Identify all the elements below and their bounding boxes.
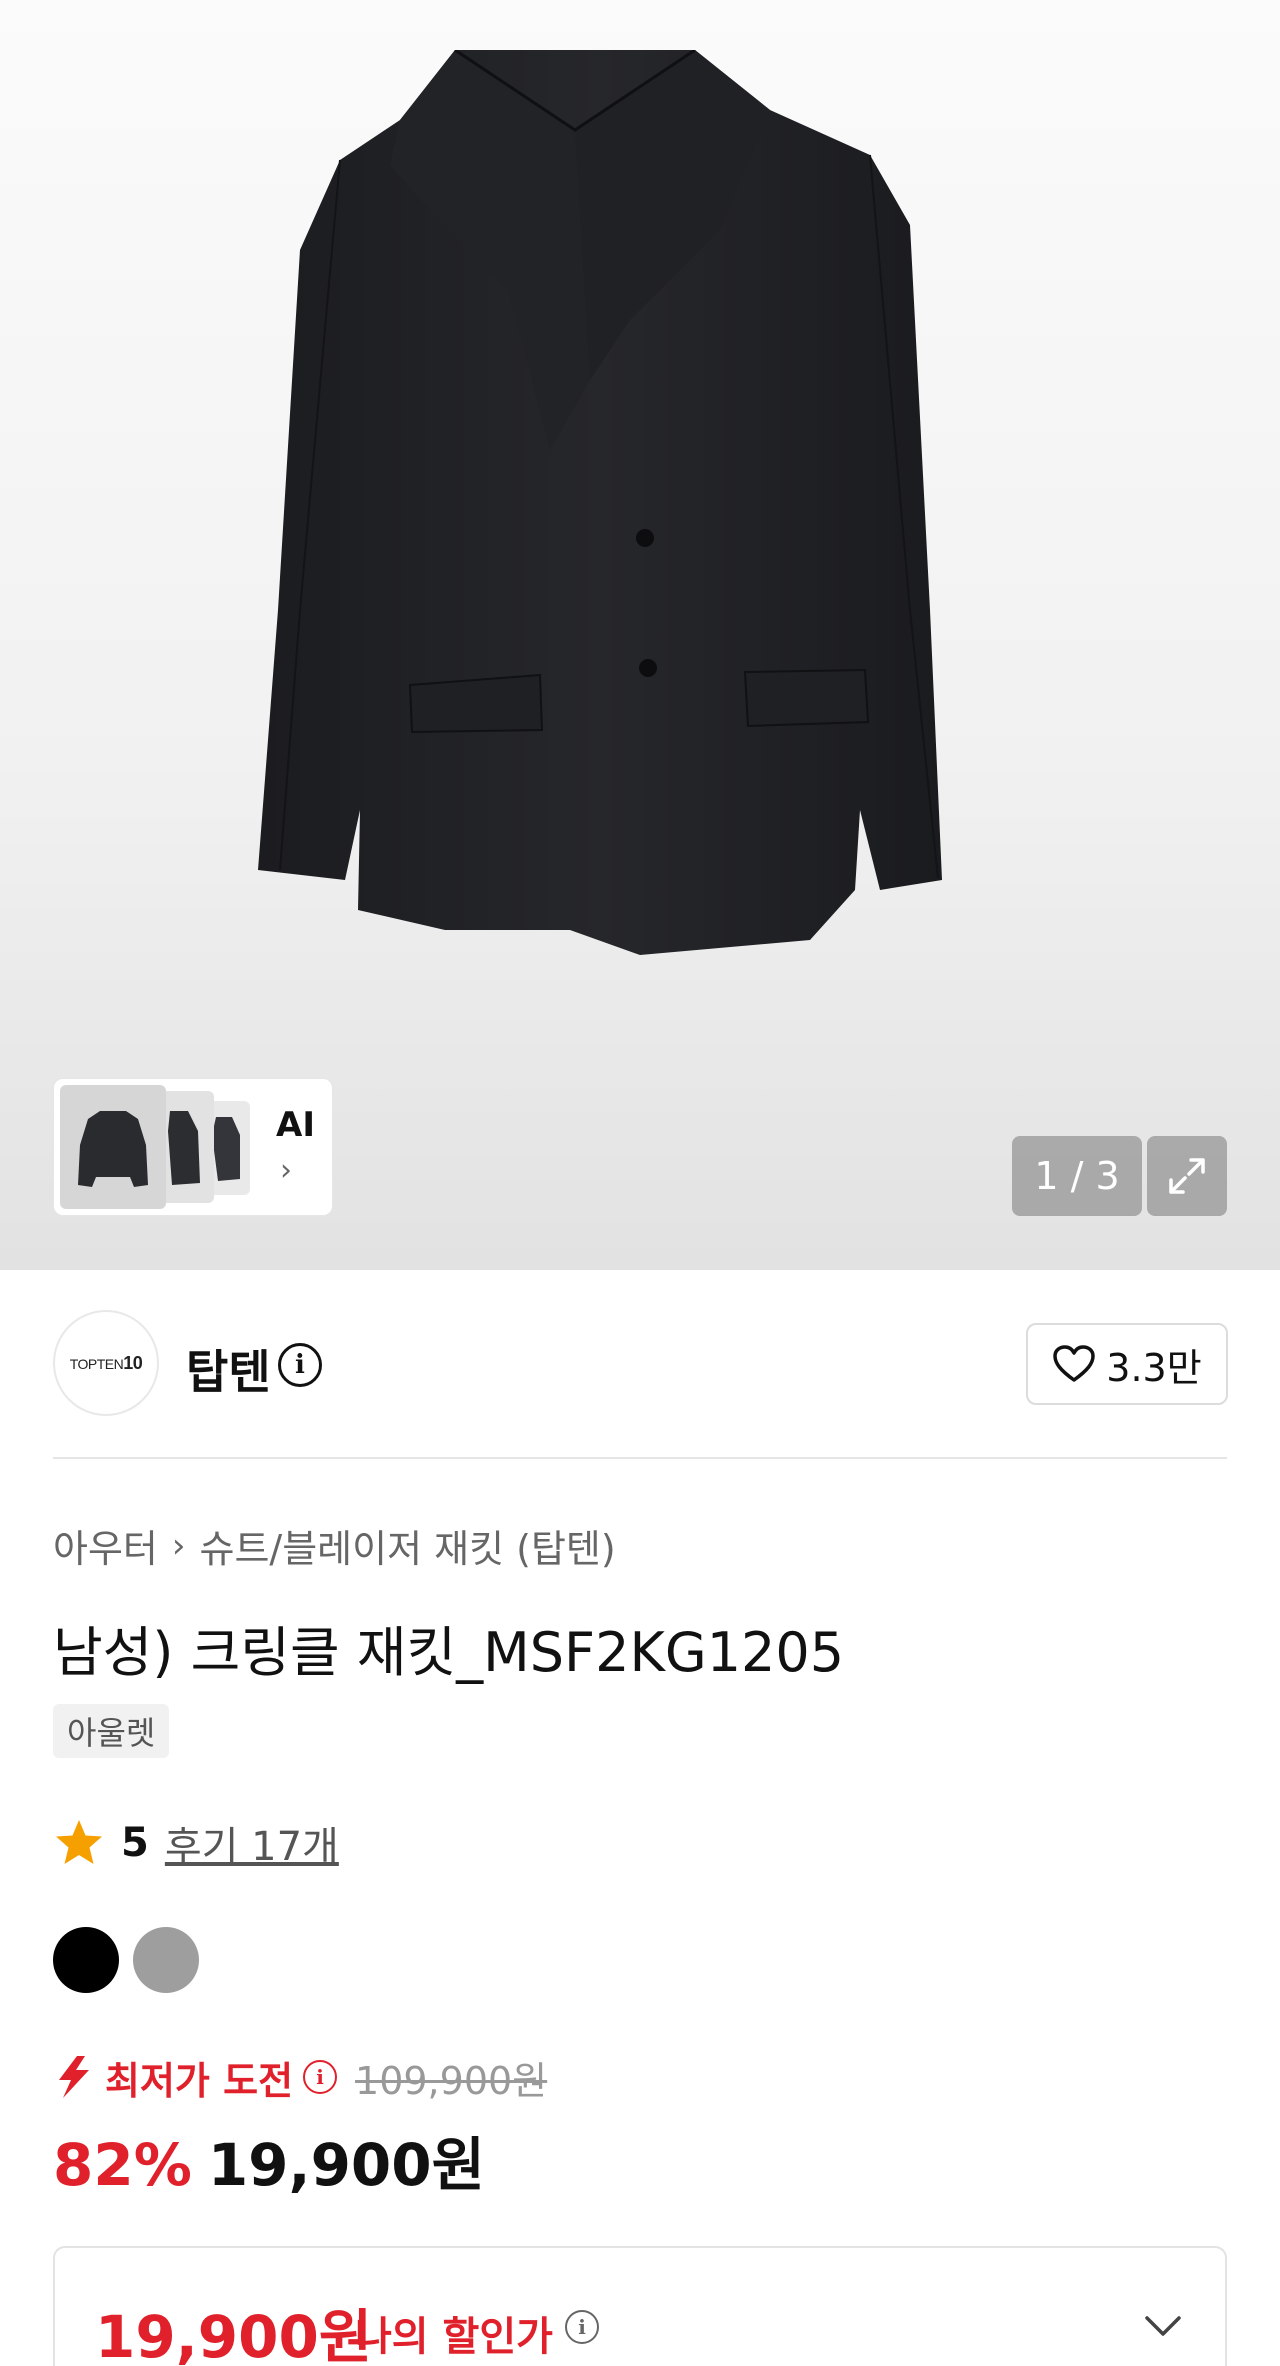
jacket-side-thumbnail-icon	[168, 1111, 200, 1185]
star-icon	[56, 1820, 102, 1864]
breadcrumb: 아우터 › 슈트/블레이저 재킷 (탑텐)	[53, 1518, 616, 1573]
ai-thumbnail-strip[interactable]: AI ›	[53, 1078, 333, 1216]
discount-percent: 82%	[53, 2131, 192, 2199]
like-count: 3.3만	[1106, 1345, 1202, 1390]
divider	[53, 1457, 1227, 1459]
product-image-gallery[interactable]: AI › 1 / 3	[0, 0, 1280, 1270]
original-price: 109,900원	[355, 2058, 548, 2103]
color-swatch-gray[interactable]	[133, 1927, 199, 1993]
product-title: 남성) 크링클 재킷_MSF2KG1205	[53, 1621, 845, 1684]
reviews-link[interactable]: 후기 17개	[165, 1814, 339, 1872]
info-icon[interactable]: i	[278, 1343, 322, 1387]
product-image	[258, 50, 942, 955]
rating: 5 후기 17개	[53, 1815, 339, 1871]
ai-label: AI	[276, 1105, 315, 1145]
outlet-tag: 아울렛	[53, 1704, 170, 1758]
brand-logo-text: TOPTEN10	[69, 1352, 143, 1373]
lowest-price-label: 최저가 도전	[105, 2058, 294, 2103]
lightning-icon	[59, 2056, 89, 2098]
price-row: 82% 19,900원	[53, 2118, 485, 2202]
breadcrumb-item-suit[interactable]: 슈트/블레이저 재킷 (탑텐)	[200, 1518, 616, 1573]
info-icon[interactable]: i	[303, 2060, 338, 2094]
jacket-thumbnail-icon	[78, 1111, 148, 1187]
info-icon[interactable]: i	[565, 2310, 599, 2344]
heart-icon	[1053, 1345, 1096, 1382]
breadcrumb-item-outer[interactable]: 아우터	[53, 1518, 158, 1573]
like-button[interactable]: 3.3만	[1026, 1323, 1228, 1405]
thumbnail-1[interactable]	[60, 1085, 166, 1209]
expand-icon	[1169, 1158, 1205, 1194]
brand-name[interactable]: 탑텐	[186, 1336, 271, 1402]
rating-score: 5	[121, 1820, 149, 1866]
sale-price: 19,900원	[207, 2131, 486, 2199]
chevron-down-icon[interactable]	[1141, 2304, 1185, 2348]
brand-logo[interactable]: TOPTEN10	[53, 1310, 159, 1416]
color-swatch-black[interactable]	[53, 1927, 119, 1993]
my-discount-price: 19,900원	[95, 2303, 373, 2366]
chevron-right-icon: ›	[171, 1525, 186, 1566]
my-discount-box[interactable]: 19,900원 나의 할인가 i	[53, 2246, 1227, 2366]
thumbnail-2[interactable]	[158, 1091, 214, 1203]
expand-button[interactable]	[1147, 1136, 1227, 1216]
lowest-price-challenge: 최저가 도전 i 109,900원	[53, 2050, 547, 2104]
image-counter: 1 / 3	[1012, 1136, 1142, 1216]
my-discount-label: 나의 할인가	[355, 2314, 553, 2360]
chevron-right-icon: ›	[280, 1153, 292, 1188]
